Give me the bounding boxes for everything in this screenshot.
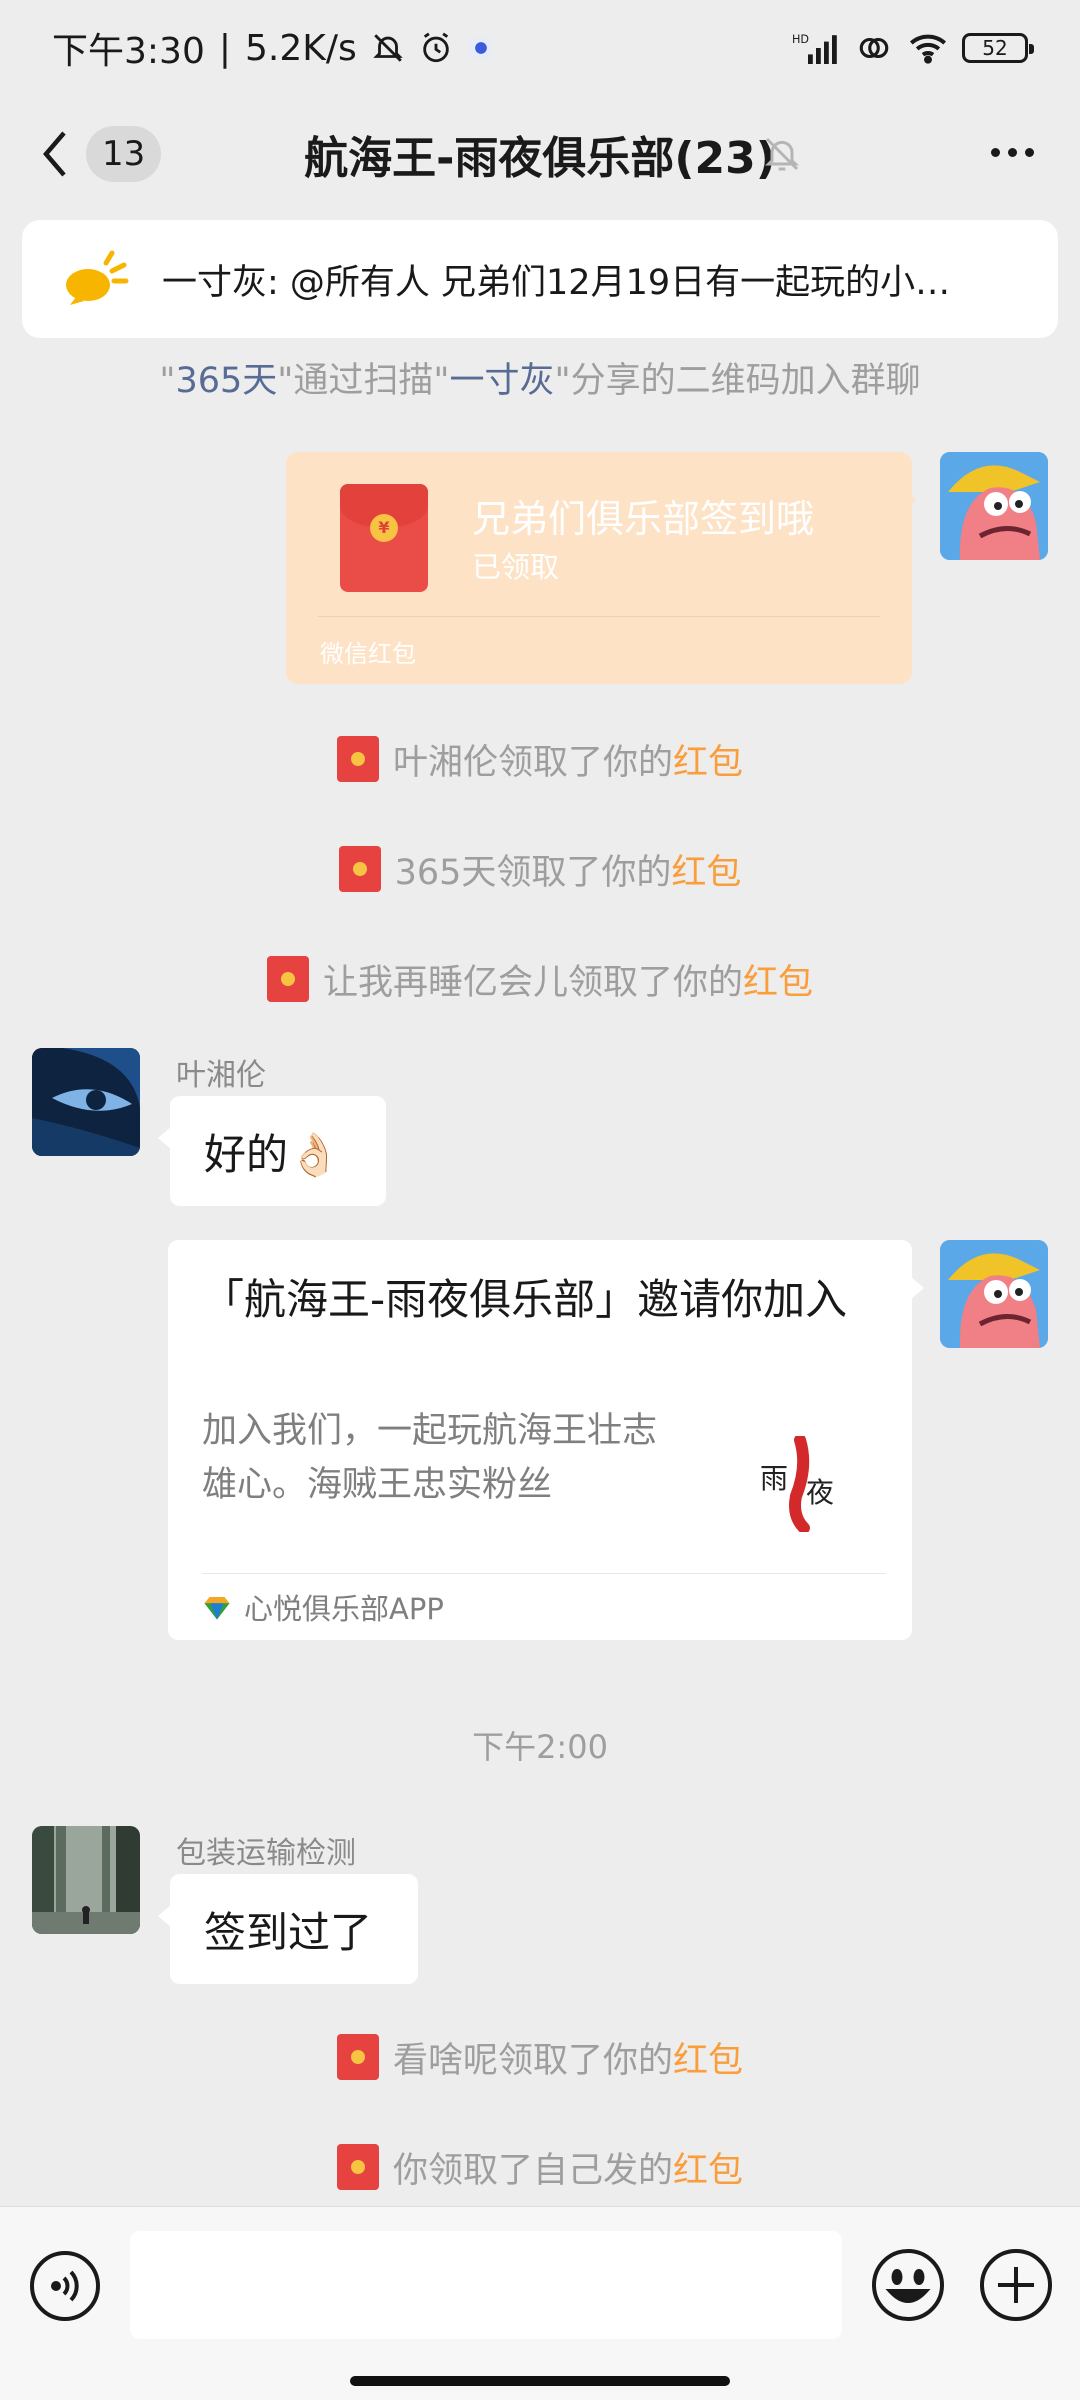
message-input[interactable]	[130, 2231, 842, 2339]
red-packet-icon: ¥	[340, 484, 428, 592]
chat-header: 13 航海王-雨夜俱乐部(23)	[0, 96, 1080, 214]
face-avatar-icon	[32, 1048, 140, 1156]
battery-icon: 52	[962, 33, 1034, 63]
red-packet-icon	[336, 736, 379, 782]
status-time: 下午3:30	[52, 31, 205, 72]
member-avatar[interactable]	[32, 1826, 140, 1934]
member-avatar[interactable]	[32, 1048, 140, 1156]
patrick-avatar-icon	[940, 452, 1048, 560]
group-invite-card[interactable]: 「航海王-雨夜俱乐部」邀请你加入 加入我们，一起玩航海王壮志雄心。海贼王忠实粉丝…	[168, 1240, 924, 1640]
sender-name: 包装运输检测	[176, 1836, 356, 1871]
hotspot-link-icon	[859, 37, 889, 59]
red-packet-icon	[266, 956, 309, 1002]
message-timestamp: 下午2:00	[472, 1728, 608, 1766]
red-packet-link[interactable]: 红包	[673, 2041, 743, 2081]
message-bubble[interactable]: 好的👌🏻	[158, 1096, 386, 1206]
self-avatar[interactable]	[940, 452, 1048, 560]
red-packet-icon	[338, 846, 381, 892]
red-packet-receipt: 365天领取了你的红包	[0, 844, 1080, 895]
announcement-text: 一寸灰: @所有人 兄弟们12月19日有一起玩的小…	[162, 262, 951, 303]
self-avatar[interactable]	[940, 1240, 1048, 1348]
invite-source: 心悦俱乐部APP	[202, 1586, 444, 1628]
more-options-button[interactable]	[982, 132, 1042, 172]
page-title: 航海王-雨夜俱乐部(23)	[304, 133, 776, 184]
red-packet-icon	[336, 2144, 379, 2190]
red-packet-card[interactable]: ¥ 兄弟们俱乐部签到哦 已领取 微信红包	[286, 452, 916, 684]
invite-title: 「航海王-雨夜俱乐部」邀请你加入	[202, 1275, 848, 1324]
mute-bell-icon	[765, 137, 799, 171]
more-dot-icon	[990, 147, 1000, 157]
red-packet-link[interactable]: 红包	[743, 963, 813, 1003]
plus-icon[interactable]	[978, 2247, 1054, 2323]
invite-description: 加入我们，一起玩航海王壮志雄心。海贼王忠实粉丝	[202, 1411, 658, 1505]
group-announcement[interactable]: 一寸灰: @所有人 兄弟们12月19日有一起玩的小…	[22, 220, 1058, 338]
status-bar: 下午3:30 | 5.2K/s HD 52	[0, 0, 1080, 96]
message-bubble[interactable]: 签到过了	[158, 1874, 418, 1984]
red-packet-receipt: 你领取了自己发的红包	[0, 2142, 1080, 2193]
user-link[interactable]: 365天	[175, 361, 277, 401]
invite-app-name: 心悦俱乐部APP	[244, 1592, 444, 1626]
svg-text:雨: 雨	[760, 1462, 788, 1495]
red-packet-receipt: 叶湘伦领取了你的红包	[0, 734, 1080, 785]
red-packet-receipt: 看啥呢领取了你的红包	[0, 2032, 1080, 2083]
app-gem-icon	[204, 1597, 230, 1620]
red-packet-link[interactable]: 红包	[673, 743, 743, 783]
app-notification-icon	[469, 36, 493, 60]
message-input-bar	[0, 2206, 1080, 2400]
divider	[318, 616, 880, 617]
patrick-avatar-icon	[940, 1240, 1048, 1348]
svg-text:夜: 夜	[806, 1476, 834, 1509]
svg-text:HD: HD	[792, 33, 809, 46]
bell-muted-icon	[372, 34, 403, 62]
voice-input-icon[interactable]	[28, 2249, 102, 2323]
red-packet-receipt: 让我再睡亿会儿领取了你的红包	[0, 954, 1080, 1005]
red-packet-title: 兄弟们俱乐部签到哦	[472, 497, 815, 541]
emoji-icon[interactable]	[870, 2247, 946, 2323]
divider	[202, 1573, 886, 1574]
megaphone-icon	[66, 250, 129, 305]
alarm-icon	[422, 32, 449, 63]
network-speed: 5.2K/s	[244, 27, 357, 69]
red-packet-status: 已领取	[472, 550, 560, 584]
home-indicator[interactable]	[350, 2376, 730, 2386]
forest-avatar-icon	[32, 1826, 140, 1934]
user-link[interactable]: 一寸灰	[450, 361, 555, 401]
signal-icon: HD	[792, 33, 837, 64]
wifi-icon	[910, 34, 946, 64]
red-packet-link[interactable]: 红包	[673, 2151, 743, 2191]
sender-name: 叶湘伦	[176, 1058, 266, 1093]
join-system-message: "365天"通过扫描"一寸灰"分享的二维码加入群聊	[159, 361, 921, 401]
red-packet-link[interactable]: 红包	[671, 853, 741, 893]
red-packet-icon	[336, 2034, 379, 2080]
rain-night-logo-icon: 雨 夜	[760, 1436, 834, 1532]
red-packet-source: 微信红包	[320, 640, 416, 668]
